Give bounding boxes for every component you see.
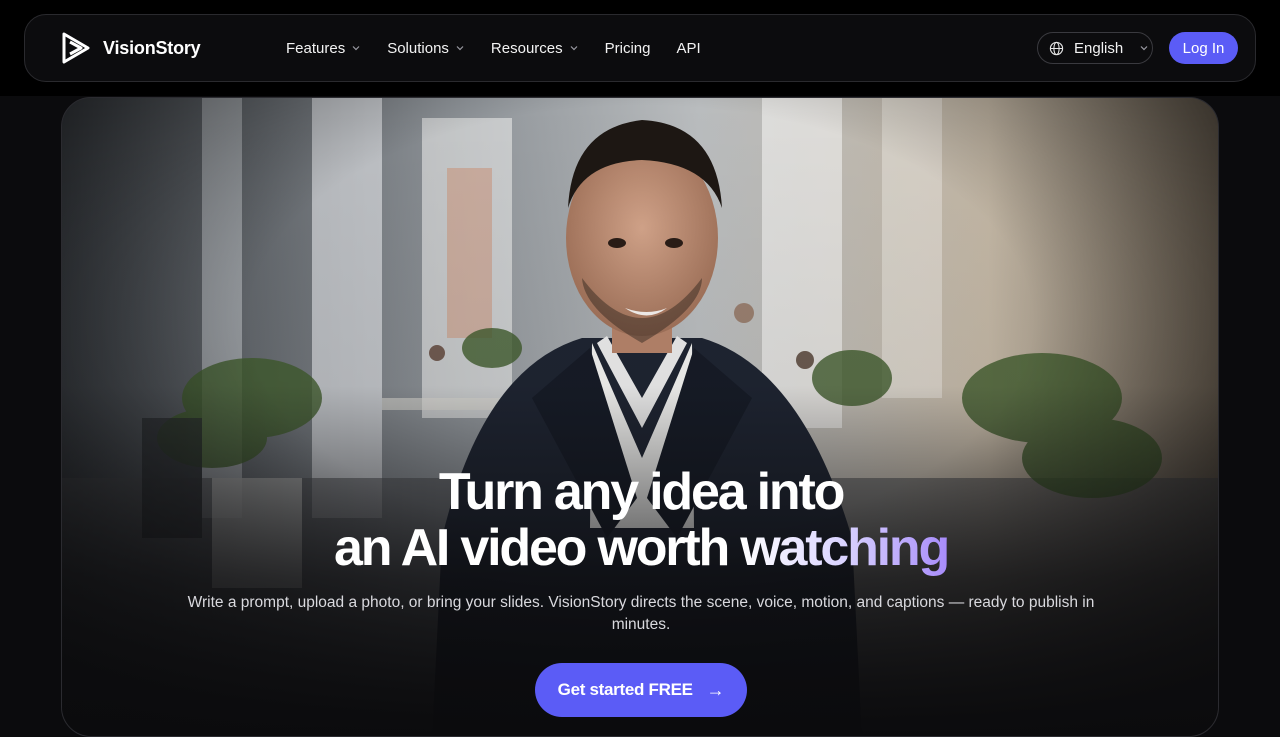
language-label: English: [1074, 39, 1124, 57]
brand-name: VisionStory: [103, 37, 201, 58]
nav-item-label: API: [676, 39, 701, 57]
chevron-down-icon: [352, 46, 360, 51]
hero-video-background: [62, 98, 1218, 736]
hero-subtitle: Write a prompt, upload a photo, or bring…: [187, 594, 1095, 633]
hero-section: Turn any idea into an AI video worth wat…: [61, 97, 1219, 737]
main-nav: Features Solutions Resources Pricing API: [286, 15, 701, 81]
headline-line-1: Turn any idea into: [438, 463, 846, 521]
nav-item-api[interactable]: API: [676, 40, 700, 57]
globe-icon: [1049, 41, 1064, 55]
cta-label: Get started FREE: [557, 680, 693, 699]
nav-item-label: Resources: [490, 39, 563, 57]
nav-item-features[interactable]: Features: [286, 40, 361, 57]
headline-line-2: an AI video worth: [333, 519, 741, 577]
hero-headline: Turn any idea into an AI video worth wat…: [62, 463, 1218, 577]
headline-accent-word: watching: [740, 519, 950, 577]
arrow-right-icon: →: [706, 679, 725, 700]
nav-item-label: Pricing: [604, 39, 651, 57]
nav-item-pricing[interactable]: Pricing: [605, 40, 651, 57]
nav-item-solutions[interactable]: Solutions: [387, 40, 465, 57]
play-triangle-logo-icon: [62, 32, 90, 64]
nav-item-label: Solutions: [387, 39, 449, 57]
chevron-down-icon: [456, 46, 464, 51]
language-selector[interactable]: English: [1037, 32, 1153, 64]
navbar: VisionStory Features Solutions Resources…: [24, 14, 1256, 82]
nav-item-label: Features: [286, 39, 346, 57]
get-started-button[interactable]: Get started FREE →: [535, 663, 747, 717]
login-button[interactable]: Log In: [1169, 32, 1238, 64]
brand[interactable]: VisionStory: [61, 32, 201, 64]
chevron-down-icon: [570, 46, 578, 51]
nav-item-resources[interactable]: Resources: [491, 40, 579, 57]
chevron-down-icon: [1140, 46, 1148, 51]
